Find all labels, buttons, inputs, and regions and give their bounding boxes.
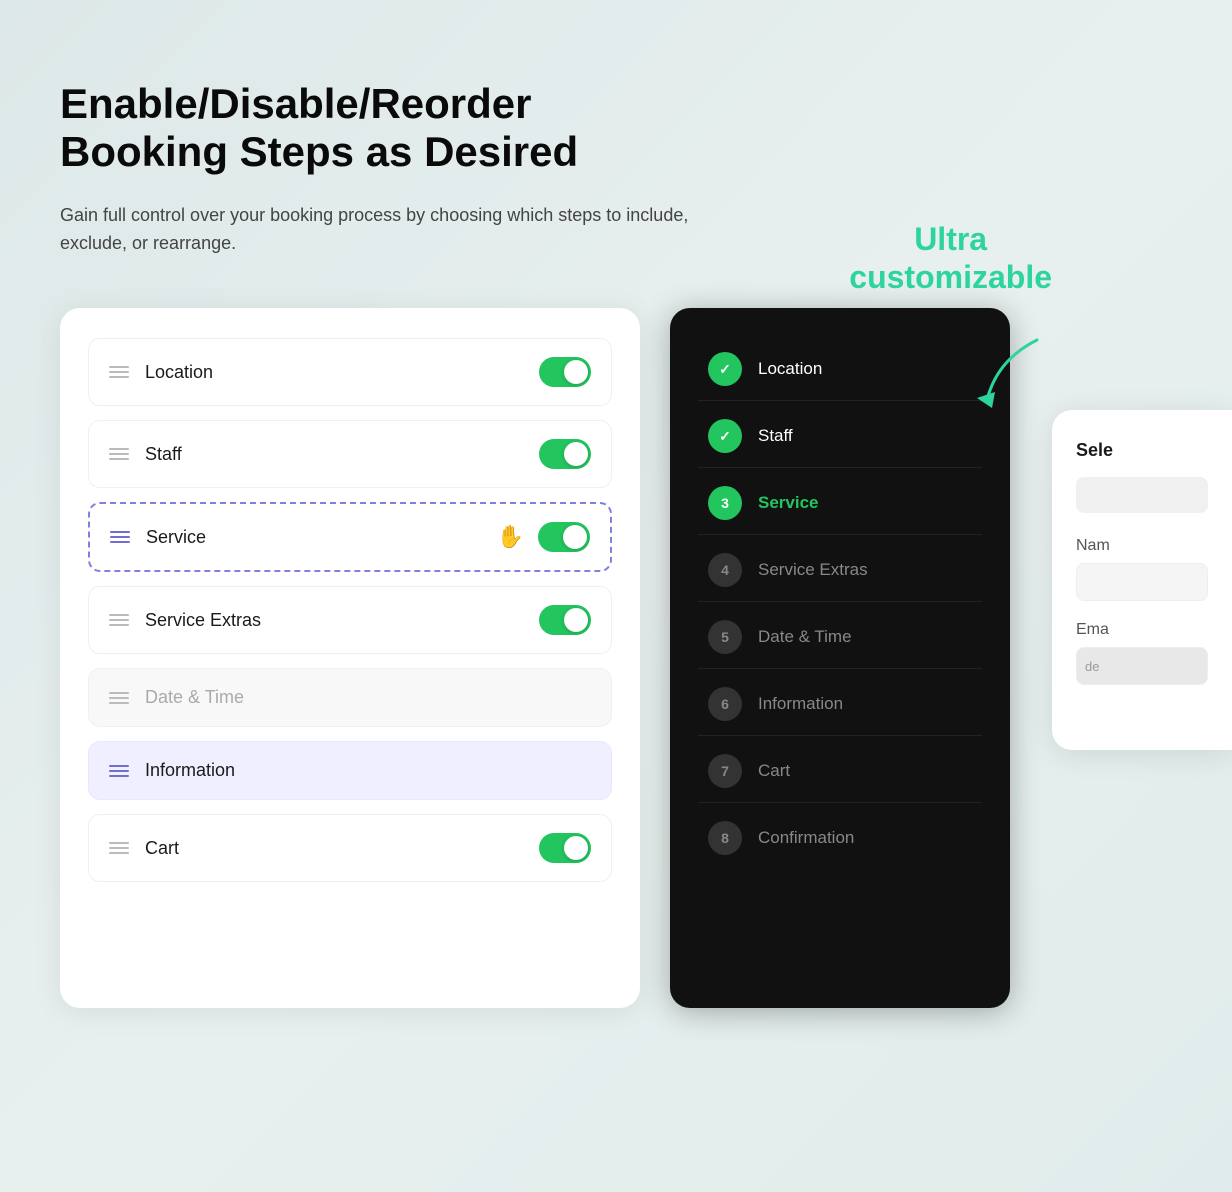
page-container: Enable/Disable/Reorder Booking Steps as … <box>0 0 1232 1192</box>
drag-handle-information[interactable] <box>109 765 129 777</box>
phone-step-confirmation: 8 Confirmation <box>698 807 982 869</box>
phone-step-circle-information: 6 <box>708 687 742 721</box>
step-row-service-extras[interactable]: Service Extras <box>88 586 612 654</box>
phone-step-circle-service: 3 <box>708 486 742 520</box>
toggle-cart[interactable] <box>539 833 591 863</box>
phone-step-label-confirmation: Confirmation <box>758 828 854 848</box>
step-row-service[interactable]: Service ✋ <box>88 502 612 572</box>
step-row-staff[interactable]: Staff <box>88 420 612 488</box>
header-section: Enable/Disable/Reorder Booking Steps as … <box>60 80 820 258</box>
form-email-input[interactable]: de <box>1076 647 1208 685</box>
page-subtitle: Gain full control over your booking proc… <box>60 201 740 259</box>
step-row-date-time[interactable]: Date & Time <box>88 668 612 727</box>
phone-step-service-extras: 4 Service Extras <box>698 539 982 602</box>
step-row-cart[interactable]: Cart <box>88 814 612 882</box>
step-label-information: Information <box>145 760 235 781</box>
phone-step-circle-cart: 7 <box>708 754 742 788</box>
step-row-location[interactable]: Location <box>88 338 612 406</box>
drag-cursor-icon: ✋ <box>497 524 524 550</box>
phone-step-information: 6 Information <box>698 673 982 736</box>
phone-step-label-cart: Cart <box>758 761 790 781</box>
toggle-service[interactable] <box>538 522 590 552</box>
step-label-service: Service <box>146 527 206 548</box>
phone-step-circle-date-time: 5 <box>708 620 742 654</box>
drag-handle-service-extras[interactable] <box>109 614 129 626</box>
phone-step-circle-staff: ✓ <box>708 419 742 453</box>
phone-step-staff: ✓ Staff <box>698 405 982 468</box>
toggle-service-extras[interactable] <box>539 605 591 635</box>
step-label-service-extras: Service Extras <box>145 610 261 631</box>
phone-step-cart: 7 Cart <box>698 740 982 803</box>
form-select-label: Sele <box>1076 440 1208 461</box>
form-name-input[interactable] <box>1076 563 1208 601</box>
step-label-cart: Cart <box>145 838 179 859</box>
step-row-information[interactable]: Information <box>88 741 612 800</box>
form-name-label: Nam <box>1076 537 1208 555</box>
drag-handle-staff[interactable] <box>109 448 129 460</box>
phone-step-label-staff: Staff <box>758 426 793 446</box>
phone-step-location: ✓ Location <box>698 338 982 401</box>
form-email-label: Ema <box>1076 621 1208 639</box>
drag-handle-cart[interactable] <box>109 842 129 854</box>
phone-step-service: 3 Service <box>698 472 982 535</box>
phone-step-label-information: Information <box>758 694 843 714</box>
phone-step-circle-service-extras: 4 <box>708 553 742 587</box>
third-card-form: Sele Nam Ema de <box>1052 410 1232 750</box>
phone-step-label-location: Location <box>758 359 822 379</box>
drag-handle-date-time[interactable] <box>109 692 129 704</box>
arrow-icon <box>957 330 1077 420</box>
left-card: Location Staff <box>60 308 640 1008</box>
phone-step-label-service: Service <box>758 493 819 513</box>
phone-step-circle-confirmation: 8 <box>708 821 742 855</box>
phone-step-label-service-extras: Service Extras <box>758 560 868 580</box>
drag-handle-service[interactable] <box>110 531 130 543</box>
page-title: Enable/Disable/Reorder Booking Steps as … <box>60 80 820 177</box>
ultra-customizable-label: Ultra customizable <box>849 220 1052 297</box>
step-label-location: Location <box>145 362 213 383</box>
step-label-staff: Staff <box>145 444 182 465</box>
toggle-staff[interactable] <box>539 439 591 469</box>
toggle-location[interactable] <box>539 357 591 387</box>
phone-step-circle-location: ✓ <box>708 352 742 386</box>
phone-step-date-time: 5 Date & Time <box>698 606 982 669</box>
phone-step-label-date-time: Date & Time <box>758 627 852 647</box>
step-label-date-time: Date & Time <box>145 687 244 708</box>
drag-handle-location[interactable] <box>109 366 129 378</box>
